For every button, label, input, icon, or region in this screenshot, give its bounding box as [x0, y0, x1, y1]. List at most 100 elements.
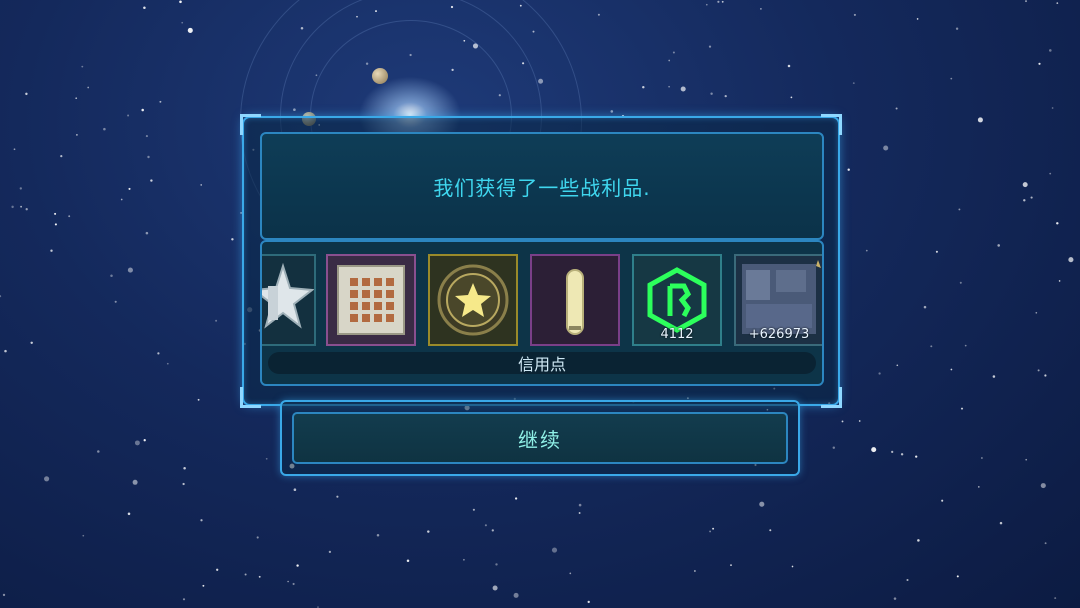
star-dot — [54, 223, 57, 226]
star-dot — [1049, 172, 1052, 175]
star-dot — [1049, 49, 1052, 52]
star-dot — [1038, 62, 1041, 65]
star-dot — [514, 497, 518, 500]
star-dot — [4, 349, 7, 353]
star-dot — [187, 27, 193, 33]
star-dot — [19, 187, 22, 190]
star-dot — [25, 92, 28, 96]
star-dot — [1056, 222, 1059, 225]
star-dot — [495, 563, 498, 566]
star-dot — [492, 585, 498, 591]
star-dot — [791, 565, 794, 568]
star-dot — [832, 446, 836, 449]
star-dot — [2, 593, 6, 597]
star-dot — [1023, 199, 1026, 202]
star-dot — [30, 341, 33, 345]
star-dot — [110, 274, 113, 277]
star-dot — [959, 281, 962, 284]
star-dot — [1044, 374, 1047, 377]
star-dot — [858, 420, 861, 422]
star-dot — [787, 64, 791, 68]
star-dot — [166, 362, 169, 365]
star-dot — [513, 592, 519, 598]
continue-button[interactable]: 继续 — [280, 400, 800, 476]
star-dot — [847, 168, 850, 171]
star-dot — [292, 582, 295, 586]
loot-dialog: 我们获得了一些战利品. 4112 +626973 信用点 — [240, 114, 842, 408]
star-dot — [1054, 597, 1057, 600]
continue-label: 继续 — [518, 427, 562, 452]
star-dot — [1068, 257, 1074, 263]
circuit-chip-icon — [337, 265, 405, 335]
star-dot — [950, 77, 953, 80]
star-dot — [610, 110, 614, 113]
reward-slot[interactable]: 4112 — [632, 254, 722, 346]
star-dot — [930, 345, 933, 348]
reward-slot[interactable] — [530, 254, 620, 346]
reward-slot[interactable]: +626973 — [734, 254, 822, 346]
star-dot — [769, 529, 772, 532]
star-dot — [883, 145, 889, 151]
star-dot — [484, 524, 487, 527]
star-dot — [50, 249, 53, 252]
star-dot — [141, 108, 144, 112]
star-dot — [145, 135, 148, 138]
star-dot — [935, 250, 938, 253]
star-dot — [597, 13, 600, 16]
star-dot — [114, 300, 117, 303]
star-dot — [917, 539, 920, 542]
star-dot — [694, 570, 696, 572]
star-dot — [215, 319, 218, 322]
star-dot — [900, 453, 904, 456]
star-dot — [128, 187, 131, 190]
star-dot — [97, 450, 100, 453]
star-dot — [997, 244, 1000, 247]
star-dot — [1035, 311, 1038, 314]
star-dot — [13, 148, 16, 151]
star-dot — [1058, 280, 1061, 282]
star-dot — [120, 198, 123, 201]
star-dot — [287, 580, 289, 583]
star-dot — [0, 295, 2, 298]
star-dot — [406, 559, 410, 563]
star-dot — [68, 215, 71, 218]
star-dot — [709, 530, 712, 533]
star-medal-icon — [262, 262, 315, 329]
star-dot — [960, 407, 964, 410]
star-dot — [463, 558, 465, 561]
star-dot — [82, 534, 85, 537]
reward-list[interactable]: 4112 +626973 — [262, 254, 822, 350]
reward-slot[interactable] — [326, 254, 416, 346]
star-dot — [760, 8, 762, 10]
reward-slot[interactable] — [428, 254, 518, 346]
reward-slot[interactable] — [262, 254, 316, 346]
star-dot — [258, 575, 261, 578]
star-dot — [717, 0, 720, 3]
star-dot — [955, 27, 959, 30]
star-dot — [472, 508, 475, 511]
star-dot — [76, 134, 78, 136]
star-dot — [977, 486, 980, 488]
star-dot — [244, 573, 247, 576]
star-dot — [200, 184, 203, 186]
continue-button-inner[interactable]: 继续 — [292, 412, 788, 464]
star-dot — [143, 6, 146, 9]
star-dot — [916, 18, 919, 20]
star-dot — [958, 208, 961, 211]
star-dot — [1025, 0, 1027, 3]
planet-icon — [372, 68, 388, 84]
star-dot — [587, 600, 590, 604]
star-dot — [923, 305, 927, 309]
message-panel: 我们获得了一些战利品. — [260, 132, 824, 240]
star-dot — [44, 476, 50, 482]
star-dot — [891, 450, 894, 454]
star-dot — [25, 208, 28, 211]
star-dot — [1037, 369, 1040, 372]
star-dot — [853, 13, 856, 16]
star-dot — [950, 368, 953, 371]
star-dot — [668, 59, 671, 62]
star-dot — [578, 512, 581, 514]
star-dot — [132, 479, 138, 485]
star-dot — [54, 212, 57, 215]
star-dot — [672, 51, 675, 54]
